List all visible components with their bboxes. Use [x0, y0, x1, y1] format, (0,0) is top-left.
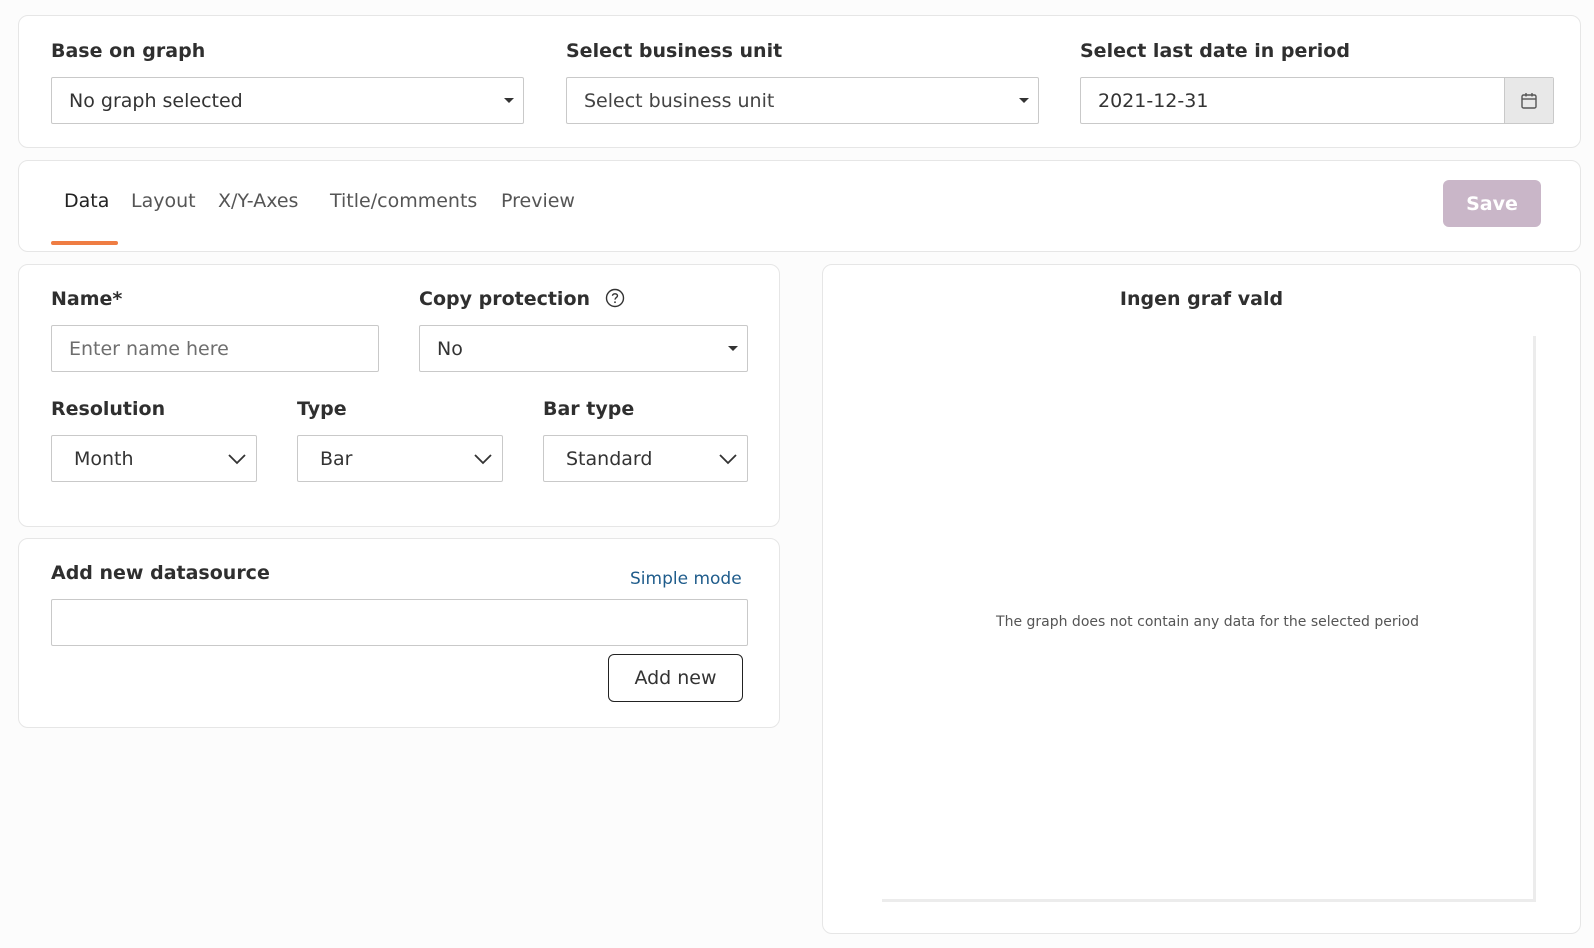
- datasource-input[interactable]: [51, 599, 748, 646]
- tab-preview[interactable]: Preview: [501, 190, 575, 212]
- no-data-message: The graph does not contain any data for …: [996, 614, 1419, 630]
- copy-protection-value: No: [437, 337, 463, 360]
- copy-protection-label-text: Copy protection: [419, 288, 591, 310]
- type-value: Bar: [320, 447, 353, 470]
- add-new-button[interactable]: Add new: [608, 654, 743, 702]
- help-circle-icon[interactable]: [605, 288, 625, 308]
- datasource-label: Add new datasource: [51, 562, 270, 584]
- name-placeholder: Enter name here: [69, 337, 229, 360]
- base-graph-label: Base on graph: [51, 40, 206, 62]
- copy-protection-select[interactable]: No: [419, 325, 748, 372]
- resolution-select[interactable]: Month: [51, 435, 257, 482]
- last-date-value: 2021-12-31: [1098, 89, 1209, 112]
- resolution-value: Month: [74, 447, 134, 470]
- simple-mode-link[interactable]: Simple mode: [630, 569, 742, 589]
- type-select[interactable]: Bar: [297, 435, 503, 482]
- bar-type-value: Standard: [566, 447, 653, 470]
- calendar-icon: [1521, 92, 1537, 109]
- graph-settings-card: [18, 264, 780, 527]
- bar-type-label: Bar type: [543, 398, 635, 420]
- resolution-label: Resolution: [51, 398, 166, 420]
- tab-layout[interactable]: Layout: [131, 190, 196, 212]
- calendar-button[interactable]: [1504, 78, 1553, 123]
- tab-title-comments[interactable]: Title/comments: [330, 190, 477, 212]
- active-tab-indicator: [51, 241, 118, 245]
- business-unit-label: Select business unit: [566, 40, 783, 62]
- copy-protection-label: Copy protection: [419, 288, 625, 310]
- chevron-down-icon: [719, 454, 737, 465]
- business-unit-placeholder: Select business unit: [584, 89, 775, 112]
- name-label: Name*: [51, 288, 123, 310]
- tab-axes[interactable]: X/Y-Axes: [218, 190, 298, 212]
- type-label: Type: [297, 398, 347, 420]
- base-graph-select[interactable]: No graph selected: [51, 77, 524, 124]
- chevron-down-icon: [474, 454, 492, 465]
- base-graph-value: No graph selected: [69, 89, 243, 112]
- chevron-down-icon: [228, 454, 246, 465]
- caret-down-icon: [1019, 98, 1029, 103]
- save-button[interactable]: Save: [1443, 180, 1541, 227]
- graph-title: Ingen graf vald: [1119, 288, 1284, 310]
- tab-data[interactable]: Data: [64, 190, 109, 212]
- caret-down-icon: [728, 346, 738, 351]
- last-date-label: Select last date in period: [1080, 40, 1350, 62]
- business-unit-select[interactable]: Select business unit: [566, 77, 1039, 124]
- bar-type-select[interactable]: Standard: [543, 435, 748, 482]
- caret-down-icon: [504, 98, 514, 103]
- last-date-input[interactable]: 2021-12-31: [1080, 77, 1554, 124]
- name-input[interactable]: Enter name here: [51, 325, 379, 372]
